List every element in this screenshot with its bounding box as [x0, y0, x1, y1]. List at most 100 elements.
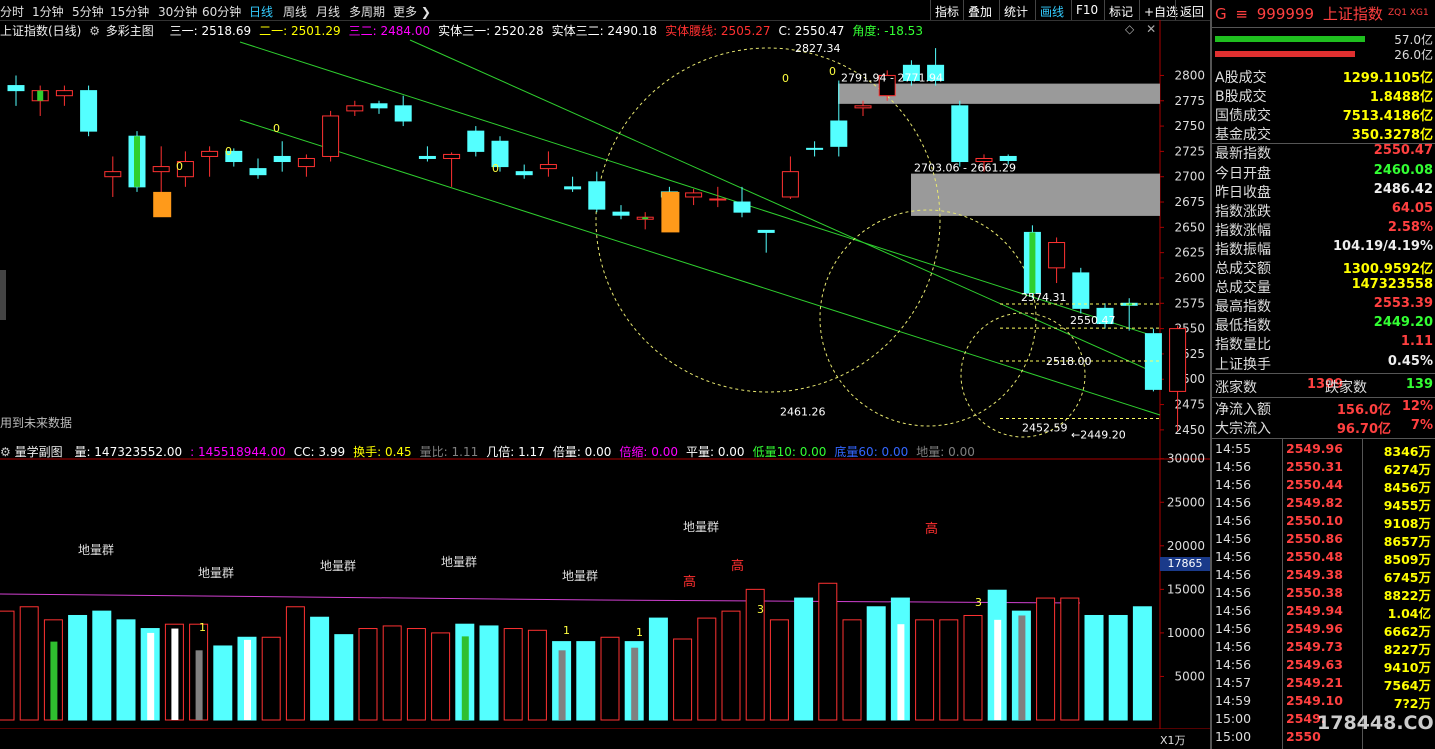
- period-10[interactable]: 更多 ❯: [393, 3, 431, 20]
- quote-value-13: 2449.20: [1373, 315, 1433, 331]
- price-tick-label-14: 2800: [1174, 68, 1205, 82]
- volume-tick-label-2: 15000: [1167, 582, 1205, 596]
- toolbar-button-2[interactable]: 统计: [1004, 3, 1028, 20]
- period-7[interactable]: 周线: [283, 3, 307, 20]
- sub-indicator-9: 低量10: 0.00: [752, 445, 827, 459]
- menu-icon[interactable]: ≡: [1235, 5, 1248, 23]
- indicator-2: 三二: 2484.00: [348, 24, 431, 38]
- candle-body-21: [515, 171, 533, 176]
- toolbar-button-0[interactable]: 指标: [935, 3, 959, 20]
- tick-vol-5: 8657万: [1383, 533, 1431, 549]
- price-tick-label-10: 2700: [1174, 170, 1205, 184]
- volume-bar-29: [697, 617, 717, 721]
- candle-body-4: [104, 171, 122, 178]
- candle-body-12: [297, 157, 315, 168]
- tick-price-1: 2550.31: [1286, 458, 1343, 474]
- tick-vol-10: 6662万: [1383, 623, 1431, 639]
- tick-row-13: 14:57 2549.21 7564万: [1212, 675, 1435, 693]
- price-tick-label-1: 2475: [1174, 398, 1205, 412]
- indicator-0: 三一: 2518.69: [169, 24, 252, 38]
- candle-body-32: [781, 171, 799, 198]
- quote-row-13: 最低指数 2449.20: [1212, 315, 1435, 334]
- period-0[interactable]: 分时: [0, 3, 24, 20]
- toolbar-button-5[interactable]: 标记: [1109, 3, 1133, 20]
- flow-row-1: 大宗流入 96.70亿 7%: [1212, 418, 1435, 437]
- main-indicator-name[interactable]: 多彩主图: [106, 24, 154, 38]
- candle-body-17: [418, 155, 436, 159]
- toolbar-button-3[interactable]: 画线: [1040, 3, 1064, 20]
- candle-body-18: [443, 153, 461, 159]
- left-collapse-handle[interactable]: [0, 270, 6, 320]
- tick-time-14: 14:59: [1215, 692, 1252, 708]
- volume-bar-45: [1084, 614, 1104, 721]
- volume-bar-44: [1060, 597, 1080, 721]
- dlq-label-4: 地量群: [562, 569, 598, 583]
- period-8[interactable]: 月线: [316, 3, 340, 20]
- period-1[interactable]: 1分钟: [32, 3, 64, 20]
- tick-price-3: 2549.82: [1286, 494, 1343, 510]
- sub-chart-title[interactable]: 量学副图: [15, 445, 63, 459]
- tick-vol-8: 8822万: [1383, 587, 1431, 603]
- sub-settings-icon[interactable]: ⚙: [0, 445, 11, 459]
- quote-row-2: 国债成交 7513.4186亿: [1212, 105, 1435, 124]
- toolbar-button-7[interactable]: 返回: [1180, 3, 1204, 20]
- quote-value-1: 1.8488亿: [1369, 90, 1433, 106]
- tick-price-13: 2549.21: [1286, 674, 1343, 690]
- gao-label-1: 高: [731, 558, 744, 574]
- quote-value-5: 2460.08: [1373, 162, 1433, 178]
- volume-bar-14: [334, 634, 354, 721]
- signal-bar-1: [134, 136, 140, 187]
- volume-bar-21: [503, 628, 523, 721]
- indicator-4: 实体三二: 2490.18: [551, 24, 658, 38]
- tick-time-12: 14:56: [1215, 656, 1252, 672]
- period-5[interactable]: 60分钟: [202, 3, 241, 20]
- volume-bar-17: [406, 628, 426, 721]
- tick-time-2: 14:56: [1215, 476, 1252, 492]
- annotation-gap_top: 2791.94 - 2771.94: [841, 72, 943, 85]
- quote-row-3: 基金成交 350.3278亿: [1212, 124, 1435, 143]
- marker-bar-3: [195, 650, 203, 720]
- period-2[interactable]: 5分钟: [72, 3, 104, 20]
- toolbar-button-6[interactable]: +自选: [1144, 3, 1178, 20]
- quote-row-8: 指数涨幅 2.58%: [1212, 220, 1435, 239]
- marker-bar-7: [631, 647, 639, 720]
- quote-row-7: 指数涨跌 64.05: [1212, 201, 1435, 220]
- tick-vol-9: 1.04亿: [1387, 605, 1431, 621]
- volume-bar-38: [915, 619, 935, 721]
- price-tick-label-11: 2725: [1174, 144, 1205, 158]
- quote-label-11: 总成交量: [1215, 280, 1271, 297]
- annotation-p2550: 2550.47: [1070, 314, 1116, 327]
- quote-label-13: 最低指数: [1215, 318, 1271, 335]
- quote-code: 999999: [1256, 5, 1315, 23]
- chart-settings-icon[interactable]: ⚙: [89, 24, 100, 38]
- cycle-circle-1: [819, 209, 1037, 427]
- volume-bar-28: [673, 638, 693, 721]
- marker-bar-9: [994, 619, 1002, 720]
- quote-row-5: 今日开盘 2460.08: [1212, 163, 1435, 182]
- period-3[interactable]: 15分钟: [110, 3, 149, 20]
- toolbar-button-1[interactable]: 叠加: [968, 3, 992, 20]
- volume-bar-34: [818, 582, 838, 721]
- candle-body-31: [757, 229, 775, 233]
- sub-indicator-3: 换手: 0.45: [353, 445, 412, 459]
- marker-bar-8: [897, 624, 905, 720]
- tick-row-2: 14:56 2550.44 8456万: [1212, 477, 1435, 495]
- tick-time-16: 15:00: [1215, 728, 1252, 744]
- close-icon[interactable]: ✕: [1146, 22, 1156, 36]
- tick-time-8: 14:56: [1215, 584, 1252, 600]
- flow-label-0: 净流入额: [1215, 401, 1271, 418]
- period-9[interactable]: 多周期: [349, 3, 385, 20]
- quote-tag: ZQ1 XG1: [1388, 8, 1429, 18]
- tick-row-4: 14:56 2550.10 9108万: [1212, 513, 1435, 531]
- tick-price-4: 2550.10: [1286, 512, 1343, 528]
- tick-price-0: 2549.96: [1286, 440, 1343, 456]
- indicator-5: 实体腰线: 2505.27: [665, 24, 771, 38]
- down-ratio-value: 26.0亿: [1394, 48, 1433, 62]
- quote-row-4: 最新指数 2550.47: [1212, 143, 1435, 162]
- period-4[interactable]: 30分钟: [158, 3, 197, 20]
- quote-value-4: 2550.47: [1373, 143, 1433, 159]
- toolbar-button-4[interactable]: F10: [1076, 3, 1098, 17]
- period-6[interactable]: 日线: [249, 3, 273, 20]
- candle-body-23: [564, 186, 582, 190]
- diamond-icon[interactable]: ◇: [1125, 22, 1134, 36]
